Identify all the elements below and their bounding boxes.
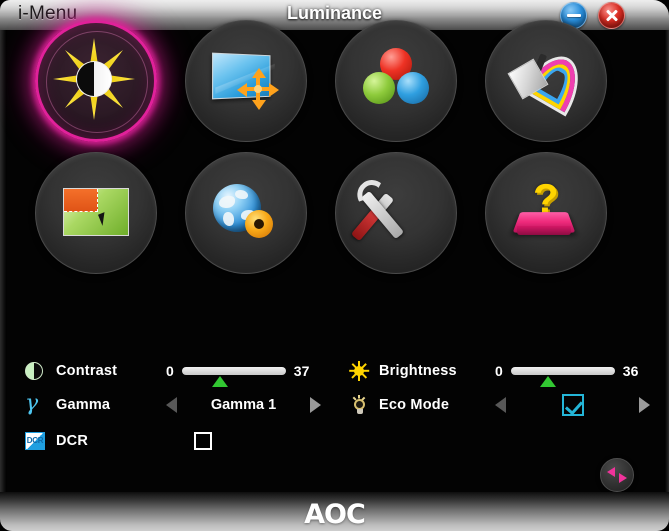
gamma-icon: γ <box>25 391 39 416</box>
dcr-label: DCR <box>56 433 89 449</box>
paint-rainbow-icon[interactable] <box>485 20 607 142</box>
tools-icon[interactable] <box>335 152 457 274</box>
footer-bar: AOC <box>0 492 669 531</box>
monitor-arrows-icon[interactable] <box>185 20 307 142</box>
reset-swap-icon <box>607 465 627 485</box>
menu-item-osd-setup[interactable] <box>22 150 172 295</box>
osd-screen-icon[interactable] <box>35 152 157 274</box>
icon-grid: ? <box>22 18 647 308</box>
eco-mode-next-arrow-icon[interactable] <box>639 397 650 413</box>
menu-item-color-setup[interactable] <box>322 18 472 163</box>
sun-contrast-icon[interactable] <box>35 20 157 142</box>
brightness-slider-track[interactable] <box>510 367 615 387</box>
contrast-slider-thumb[interactable] <box>212 376 229 387</box>
menu-item-image-setup[interactable] <box>172 18 322 163</box>
contrast-label: Contrast <box>56 363 118 379</box>
control-row-eco-mode: Eco Mode <box>348 394 650 416</box>
aoc-logo: AOC <box>304 499 366 530</box>
brightness-slider[interactable]: 0 36 <box>495 363 639 387</box>
reset-button[interactable] <box>600 458 634 492</box>
control-row-contrast: Contrast 0 37 <box>25 360 310 387</box>
contrast-icon <box>25 360 47 382</box>
brightness-slider-thumb[interactable] <box>540 376 557 387</box>
contrast-slider[interactable]: 0 37 <box>166 363 310 387</box>
menu-item-luminance[interactable] <box>22 18 172 163</box>
eco-mode-selector <box>495 394 650 416</box>
contrast-current-value: 37 <box>293 363 310 379</box>
dcr-icon-text: DCR <box>26 436 44 445</box>
control-row-dcr: DCR DCR <box>25 430 321 452</box>
contrast-slider-track[interactable] <box>181 367 286 387</box>
eco-mode-prev-arrow-icon[interactable] <box>495 397 506 413</box>
brightness-icon <box>348 360 370 382</box>
control-row-gamma: γ Gamma Gamma 1 <box>25 391 321 416</box>
control-panel: Contrast 0 37 γ Gamma Gamma 1 DCR DCR Br… <box>0 318 669 463</box>
gamma-value: Gamma 1 <box>210 397 277 413</box>
help-book-icon[interactable]: ? <box>485 152 607 274</box>
control-row-brightness: Brightness 0 36 <box>348 360 639 387</box>
menu-item-picture-boost[interactable] <box>472 18 622 163</box>
minus-icon <box>566 14 581 17</box>
dcr-icon: DCR <box>25 430 47 452</box>
eco-bulb-icon <box>348 394 370 416</box>
i-menu-window: i-Menu Luminance ? Contrast 0 37 γ Gamma… <box>0 0 669 531</box>
brightness-current-value: 36 <box>622 363 639 379</box>
dcr-checkbox-wrap <box>166 432 321 450</box>
eco-mode-label: Eco Mode <box>379 397 450 413</box>
menu-item-extra[interactable] <box>322 150 472 295</box>
gamma-selector: Gamma 1 <box>166 397 321 413</box>
brightness-label: Brightness <box>379 363 457 379</box>
eco-mode-checkbox[interactable] <box>561 394 584 416</box>
globe-gear-icon[interactable] <box>185 152 307 274</box>
dcr-checkbox[interactable] <box>194 432 212 450</box>
gamma-next-arrow-icon[interactable] <box>310 397 321 413</box>
gamma-prev-arrow-icon[interactable] <box>166 397 177 413</box>
rgb-spheres-icon[interactable] <box>335 20 457 142</box>
menu-item-exit[interactable]: ? <box>472 150 622 295</box>
brightness-min-value: 0 <box>495 363 503 379</box>
contrast-min-value: 0 <box>166 363 174 379</box>
menu-item-language[interactable] <box>172 150 322 295</box>
gamma-label: Gamma <box>56 397 111 413</box>
